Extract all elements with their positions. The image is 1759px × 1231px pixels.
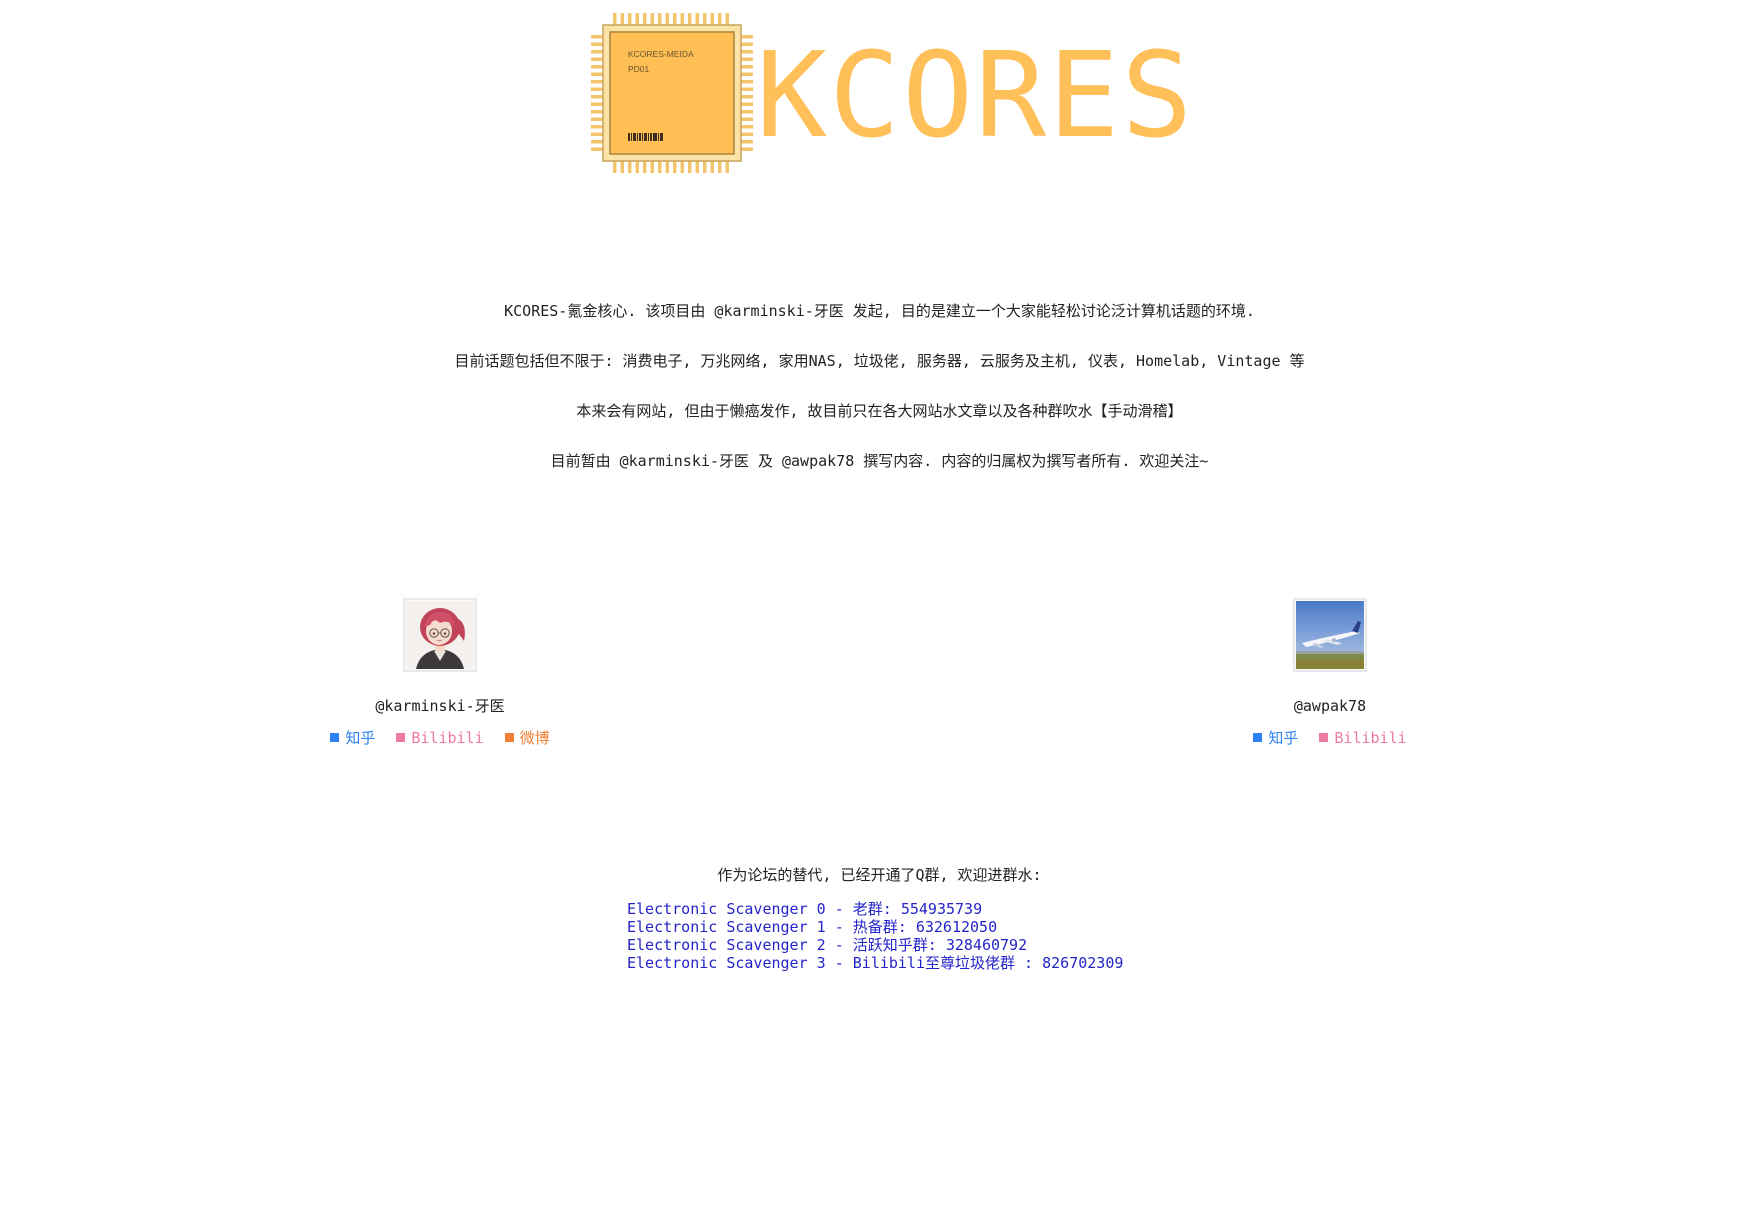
group-item[interactable]: Electronic Scavenger 2 - 活跃知乎群: 32846079… [627,936,1123,954]
bilibili-link[interactable]: Bilibili [396,729,484,747]
avatar[interactable] [403,598,477,672]
bilibili-link-label: Bilibili [1334,729,1407,747]
intro-section: KCORES-氪金核心. 该项目由 @karminski-牙医 发起, 目的是建… [0,300,1759,500]
square-bullet-icon [504,733,514,742]
weibo-link[interactable]: 微博 [504,729,550,747]
header: KCORES-MEIDA PD01 KCORES [0,0,1759,190]
author-card-karminski: @karminski-牙医 知乎 Bilibili 微博 [290,598,590,748]
avatar[interactable] [1293,598,1367,672]
zhihu-link-label: 知乎 [345,729,376,747]
intro-line-1: KCORES-氪金核心. 该项目由 @karminski-牙医 发起, 目的是建… [504,302,1255,320]
square-bullet-icon [396,733,406,742]
author-handle: @awpak78 [1293,697,1367,715]
group-item[interactable]: Electronic Scavenger 0 - 老群: 554935739 [627,900,1123,918]
intro-line-3: 本来会有网站, 但由于懒癌发作, 故目前只在各大网站水文章以及各种群吹水【手动滑… [576,402,1183,420]
group-item[interactable]: Electronic Scavenger 1 - 热备群: 632612050 [627,918,1123,936]
zhihu-link[interactable]: 知乎 [1253,729,1298,747]
group-item[interactable]: Electronic Scavenger 3 - Bilibili至尊垃圾佬群 … [627,954,1123,972]
bilibili-link[interactable]: Bilibili [1319,729,1407,747]
groups-title: 作为论坛的替代, 已经开通了Q群, 欢迎进群水: [717,866,1042,884]
author-links: 知乎 Bilibili 微博 [290,728,590,748]
anime-girl-avatar-icon [406,601,474,669]
groups-list: Electronic Scavenger 0 - 老群: 554935739 E… [627,900,1123,972]
square-bullet-icon [330,733,340,742]
intro-line-2: 目前话题包括但不限于: 消费电子, 万兆网络, 家用NAS, 垃圾佬, 服务器,… [454,352,1305,370]
bilibili-link-label: Bilibili [411,729,484,747]
chip-logo-icon: KCORES-MEIDA PD01 [591,13,753,173]
zhihu-link-label: 知乎 [1268,729,1299,747]
author-links: 知乎 Bilibili [1180,728,1480,748]
zhihu-link[interactable]: 知乎 [330,729,375,747]
chip-label-2: PD01 [628,64,650,74]
square-bullet-icon [1253,733,1263,742]
brand-title: KCORES [756,26,1195,164]
chip-label-1: KCORES-MEIDA [628,49,694,59]
square-bullet-icon [1319,733,1329,742]
weibo-link-label: 微博 [519,729,550,747]
airplane-avatar-icon [1296,601,1364,669]
author-card-awpak78: @awpak78 知乎 Bilibili [1180,598,1480,748]
intro-line-4: 目前暂由 @karminski-牙医 及 @awpak78 撰写内容. 内容的归… [550,452,1209,470]
author-handle: @karminski-牙医 [375,697,505,715]
